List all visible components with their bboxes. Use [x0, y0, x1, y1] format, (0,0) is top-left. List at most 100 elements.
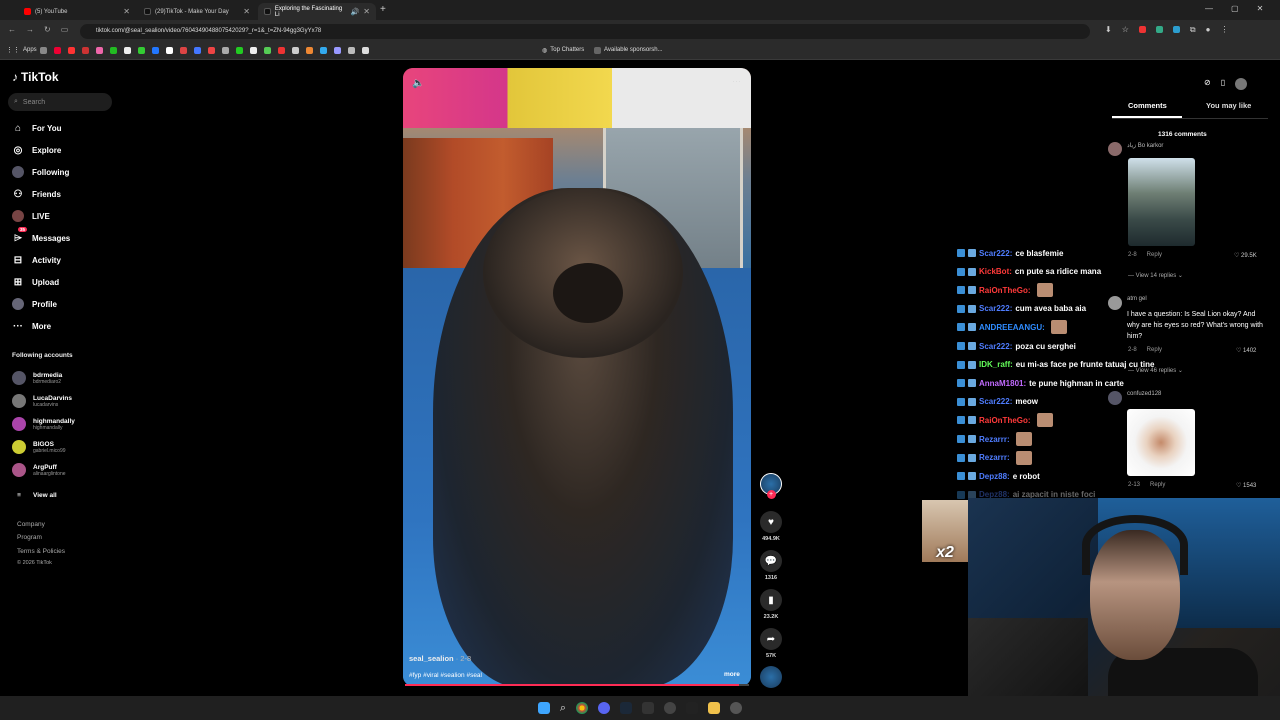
bookmark-available[interactable]: Available sponsorsh...	[594, 44, 663, 56]
chat-username[interactable]: Scar222:	[979, 342, 1012, 351]
puzzle-icon[interactable]: ⧉	[1190, 25, 1196, 35]
extension-icon[interactable]	[1138, 26, 1146, 33]
browser-tab-youtube[interactable]: (5) YouTube ✕	[18, 3, 136, 20]
comment-like-button[interactable]: ♡ 1402	[1236, 347, 1256, 354]
bookmark-icon[interactable]	[124, 46, 131, 54]
comment-image[interactable]	[1127, 409, 1195, 476]
app-icon[interactable]	[642, 702, 655, 714]
bookmark-icon[interactable]	[208, 46, 215, 54]
caption-more-button[interactable]: more	[724, 671, 740, 678]
chat-username[interactable]: KickBot:	[979, 267, 1012, 276]
url-bar[interactable]: tiktok.com/@seal_sealion/video/760434904…	[80, 24, 1090, 39]
search-input[interactable]: ⌕ Search	[8, 93, 112, 111]
view-all-link[interactable]: ≡ View all	[12, 485, 57, 505]
close-window-icon[interactable]: ✕	[1257, 4, 1264, 13]
sound-avatar-button[interactable]	[760, 666, 782, 688]
video-hashtags[interactable]: #fyp #viral #sealion #seal	[409, 672, 482, 679]
forward-icon[interactable]: →	[26, 25, 34, 34]
chat-username[interactable]: Rezarrr:	[979, 435, 1010, 444]
bookmark-icon[interactable]	[264, 46, 271, 54]
extension-icon[interactable]	[1155, 26, 1163, 33]
browser-tab-tiktok[interactable]: (29)TikTok - Make Your Day ✕	[138, 3, 256, 20]
bookmark-icon[interactable]	[68, 46, 75, 54]
close-icon[interactable]: ✕	[123, 7, 130, 16]
star-icon[interactable]: ☆	[1122, 25, 1129, 35]
reply-button[interactable]: Reply	[1147, 347, 1162, 353]
close-icon[interactable]: ✕	[363, 7, 370, 16]
nav-more[interactable]: ··· More	[12, 317, 51, 335]
commenter-name[interactable]: confuzed128	[1127, 391, 1161, 397]
commenter-avatar[interactable]	[1108, 142, 1122, 156]
menu-icon[interactable]: ⋮	[1220, 25, 1228, 35]
speaker-icon[interactable]: 🔊	[351, 8, 360, 16]
sidebar-icon[interactable]: ▭	[61, 25, 69, 34]
account-item[interactable]: bdrmedia bdrmediaro2	[12, 368, 62, 388]
nav-for-you[interactable]: ⌂ For You	[12, 119, 62, 137]
chat-username[interactable]: IDK_raff:	[979, 360, 1013, 369]
device-icon[interactable]: ▯	[1221, 78, 1225, 90]
nav-messages[interactable]: ⌲ 35 Messages	[12, 227, 70, 247]
bookmark-icon[interactable]	[362, 46, 369, 54]
account-item[interactable]: BIGOS gabriel.mico99	[12, 437, 66, 457]
save-button[interactable]: ▮ 23.2K	[760, 589, 782, 620]
bookmark-icon[interactable]	[180, 46, 187, 54]
footer-company[interactable]: Company	[17, 521, 45, 528]
steam-icon[interactable]	[620, 702, 633, 714]
commenter-name[interactable]: زياد Bo karkor	[1127, 142, 1163, 149]
tiktok-logo[interactable]: ♪ TikTok	[12, 70, 59, 84]
commenter-avatar[interactable]	[1108, 391, 1122, 405]
nav-friends[interactable]: ⚇ Friends	[12, 185, 61, 203]
chat-username[interactable]: RaiOnTheGo:	[979, 416, 1031, 425]
bookmark-icon[interactable]	[110, 46, 117, 54]
account-item[interactable]: highmandally highmandally	[12, 414, 75, 434]
bookmark-icon[interactable]	[306, 46, 313, 54]
bookmark-icon[interactable]	[40, 46, 47, 54]
account-item[interactable]: LucaDarvins lucadarvins	[12, 391, 72, 411]
chat-username[interactable]: AnnaM1801:	[979, 379, 1026, 388]
bookmark-icon[interactable]	[348, 46, 355, 54]
extension-icon[interactable]	[1172, 26, 1180, 33]
bookmark-icon[interactable]	[194, 46, 201, 54]
chat-username[interactable]: Scar222:	[979, 397, 1012, 406]
footer-program[interactable]: Program	[17, 534, 42, 541]
app-icon[interactable]	[664, 702, 677, 714]
chat-username[interactable]: Rezarrr:	[979, 453, 1010, 462]
commenter-avatar[interactable]	[1108, 296, 1122, 310]
nav-profile[interactable]: Profile	[12, 295, 57, 313]
bookmark-icon[interactable]	[82, 46, 89, 54]
search-icon[interactable]: ⌕	[560, 702, 566, 715]
bookmark-icon[interactable]	[96, 46, 103, 54]
minimize-icon[interactable]: —	[1205, 4, 1213, 13]
user-avatar[interactable]	[1235, 78, 1248, 90]
nav-live[interactable]: LIVE	[12, 207, 50, 225]
chat-username[interactable]: Scar222:	[979, 249, 1012, 258]
commenter-name[interactable]: atm gel	[1127, 296, 1147, 302]
comment-like-button[interactable]: ♡ 29.5K	[1234, 252, 1257, 259]
app-icon[interactable]	[686, 702, 699, 714]
profile-avatar-icon[interactable]: ●	[1206, 25, 1211, 35]
maximize-icon[interactable]: ▢	[1231, 4, 1239, 13]
back-icon[interactable]: ←	[8, 25, 16, 34]
footer-terms[interactable]: Terms & Policies	[17, 548, 65, 555]
bookmark-icon[interactable]	[320, 46, 327, 54]
bookmark-icon[interactable]	[54, 46, 61, 54]
reply-button[interactable]: Reply	[1147, 252, 1162, 258]
video-player[interactable]	[403, 68, 751, 686]
chat-username[interactable]: Depz88:	[979, 472, 1010, 481]
comment-like-button[interactable]: ♡ 1543	[1236, 482, 1256, 489]
chat-username[interactable]: Scar222:	[979, 304, 1012, 313]
bookmark-icon[interactable]	[278, 46, 285, 54]
bookmark-icon[interactable]	[236, 46, 243, 54]
reload-icon[interactable]: ↻	[44, 25, 51, 34]
windows-start-icon[interactable]	[537, 702, 550, 714]
bookmark-apps[interactable]: ⋮⋮ Apps	[6, 44, 37, 56]
nav-explore[interactable]: ◎ Explore	[12, 141, 62, 159]
comment-button[interactable]: 💬 1316	[760, 550, 782, 581]
bookmark-icon[interactable]	[334, 46, 341, 54]
nav-following[interactable]: Following	[12, 163, 69, 181]
bookmark-icon[interactable]	[250, 46, 257, 54]
chat-username[interactable]: ANDREEAANGU:	[979, 323, 1045, 332]
bookmark-icon[interactable]	[222, 46, 229, 54]
close-icon[interactable]: ✕	[243, 7, 250, 16]
nav-activity[interactable]: ⊟ Activity	[12, 251, 61, 269]
